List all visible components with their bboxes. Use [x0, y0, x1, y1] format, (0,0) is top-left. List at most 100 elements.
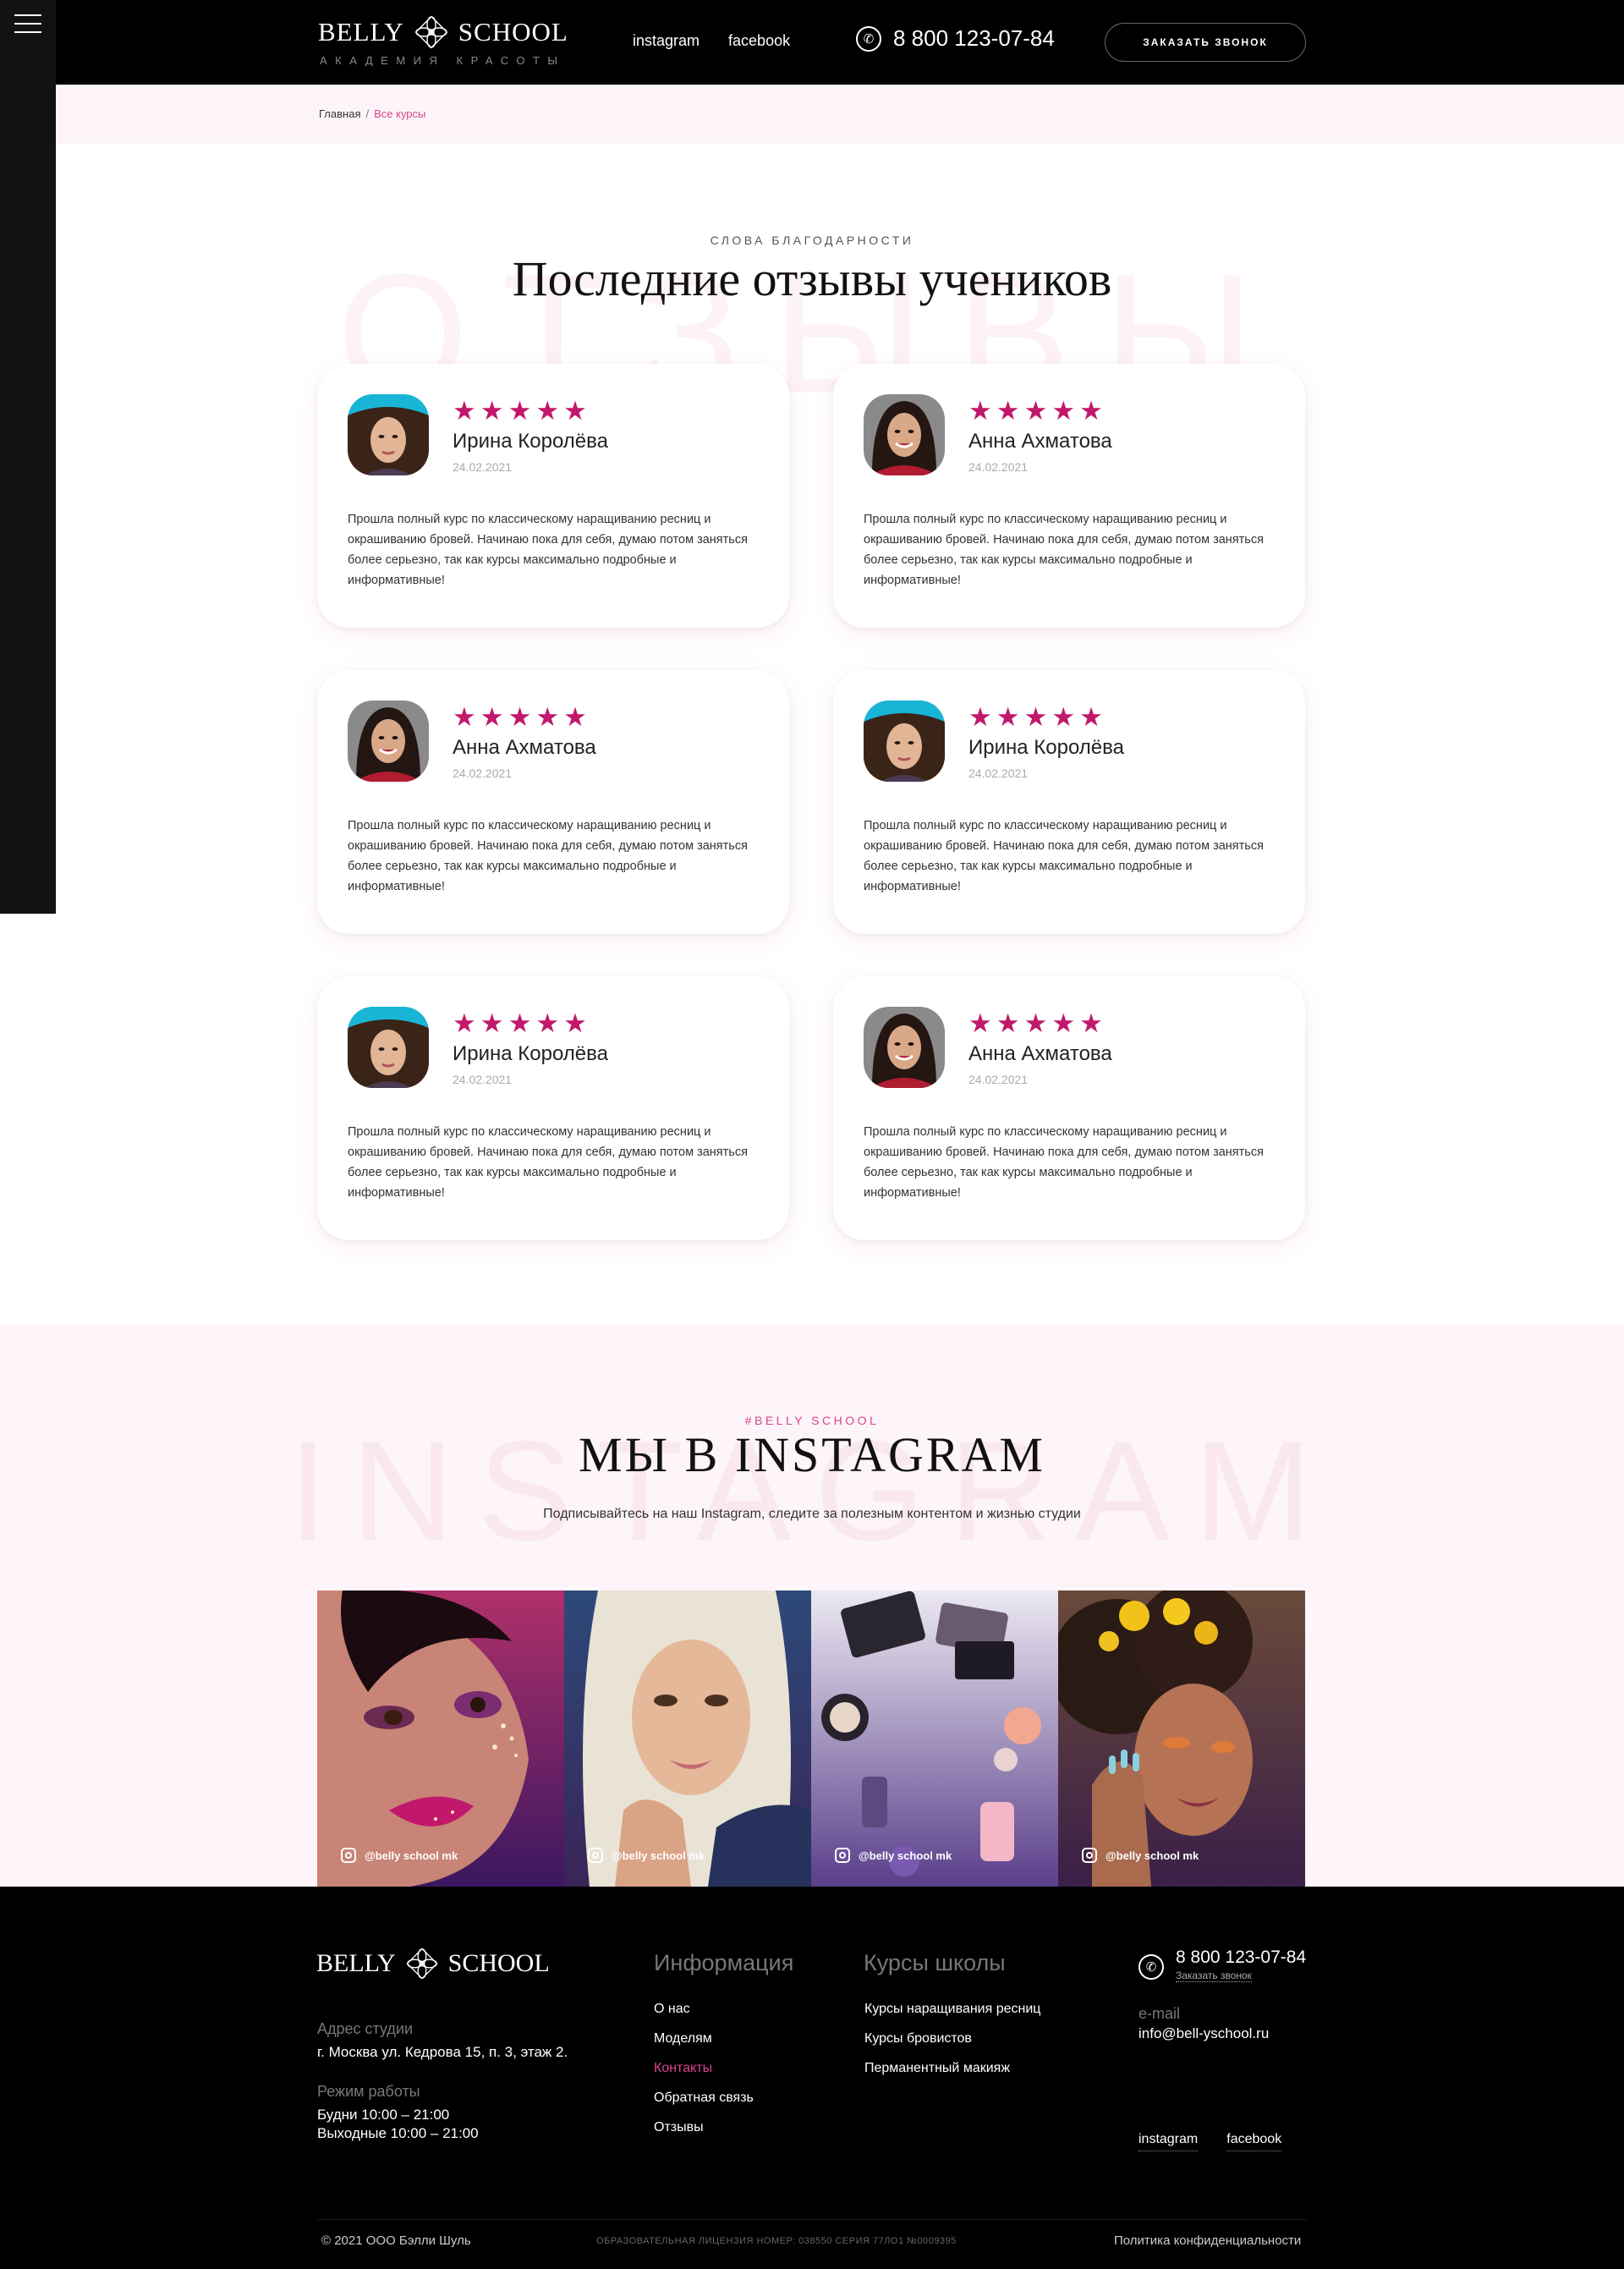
footer-courses-title: Курсы школы	[864, 1950, 1006, 1975]
breadcrumb-home[interactable]: Главная	[319, 107, 360, 120]
breadcrumb-current[interactable]: Все курсы	[374, 107, 425, 120]
logo-flower-icon	[413, 14, 450, 51]
instagram-photo[interactable]: @belly school mk	[1058, 1590, 1305, 1887]
curly-hair-photo-image	[1058, 1590, 1305, 1887]
review-text: Прошла полный курс по классическому нара…	[348, 513, 748, 587]
rating-stars: ★★★★★	[453, 702, 591, 732]
review-date: 24.02.2021	[968, 1073, 1029, 1086]
license-text: ОБРАЗОВАТЕЛЬНАЯ ЛИЦЕНЗИЯ НОМЕР: 038550 С…	[596, 2236, 957, 2246]
breadcrumb: Главная / Все курсы	[319, 107, 425, 120]
instagram-photo[interactable]: @belly school mk	[317, 1590, 564, 1887]
footer-email: e-mail info@bell-yschool.ru	[1138, 2005, 1269, 2043]
footer-link-contacts[interactable]: Контакты	[654, 2061, 754, 2076]
site-footer: BELLY SCHOOL Адрес студии г. Москва ул. …	[0, 1887, 1624, 2269]
burger-menu-icon[interactable]	[14, 14, 41, 35]
review-date: 24.02.2021	[453, 1073, 513, 1086]
review-date: 24.02.2021	[453, 460, 513, 474]
nav-link-facebook[interactable]: facebook	[728, 32, 790, 50]
instagram-handle: @belly school mk	[1106, 1849, 1199, 1862]
review-card: ★★★★★ Анна Ахматова 24.02.2021 Прошла полны…	[833, 976, 1305, 1240]
rating-stars: ★★★★★	[453, 1008, 591, 1038]
blonde-model-photo-image	[564, 1590, 811, 1887]
footer-link-facebook[interactable]: facebook	[1226, 2132, 1282, 2151]
footer-logo-text-right: SCHOOL	[447, 1949, 550, 1977]
footer-divider	[317, 2219, 1307, 2220]
review-text: Прошла полный курс по классическому нара…	[864, 513, 1264, 587]
instagram-photo-grid: @belly school mk @belly school mk @belly…	[317, 1590, 1305, 1887]
footer-phone[interactable]: ✆ 8 800 123-07-84 Заказать звонок	[1138, 1948, 1306, 1983]
email-value[interactable]: info@bell-yschool.ru	[1138, 2025, 1269, 2043]
privacy-policy-link[interactable]: Политика конфиденциальности	[1114, 2233, 1301, 2248]
reviewer-name: Ирина Королёва	[453, 430, 608, 453]
reviewer-name: Ирина Королёва	[968, 736, 1124, 759]
footer-link-brow-courses[interactable]: Курсы бровистов	[864, 2031, 1040, 2046]
instagram-overline: #BELLY SCHOOL	[744, 1414, 880, 1427]
site-header: BELLY SCHOOL АКАДЕМИЯ КРАСОТЫ instagram …	[0, 0, 1624, 85]
rating-stars: ★★★★★	[968, 396, 1107, 426]
review-text: Прошла полный курс по классическому нара…	[864, 1125, 1264, 1200]
instagram-icon	[341, 1848, 356, 1863]
footer-callback-link[interactable]: Заказать звонок	[1176, 1970, 1252, 1982]
review-text: Прошла полный курс по классическому нара…	[864, 819, 1264, 893]
reviews-overline: СЛОВА БЛАГОДАРНОСТИ	[710, 233, 914, 247]
reviewer-avatar	[864, 394, 945, 475]
footer-address: Адрес студии г. Москва ул. Кедрова 15, п…	[317, 2020, 568, 2062]
logo[interactable]: BELLY SCHOOL АКАДЕМИЯ КРАСОТЫ	[318, 14, 568, 67]
reviewer-name: Анна Ахматова	[453, 736, 596, 759]
instagram-photo-caption: @belly school mk	[588, 1848, 705, 1863]
instagram-photo-caption: @belly school mk	[1082, 1848, 1199, 1863]
instagram-icon	[588, 1848, 603, 1863]
logo-text-left: BELLY	[318, 17, 404, 47]
reviewer-name: Анна Ахматова	[968, 430, 1112, 453]
footer-social: instagram facebook	[1138, 2132, 1282, 2151]
review-text: Прошла полный курс по классическому нара…	[348, 819, 748, 893]
instagram-handle: @belly school mk	[859, 1849, 952, 1862]
reviewer-avatar	[348, 700, 429, 782]
footer-info-links: О нас Моделям Контакты Обратная связь От…	[654, 2002, 754, 2150]
instagram-handle: @belly school mk	[612, 1849, 705, 1862]
side-menu-panel	[0, 0, 56, 914]
footer-link-about[interactable]: О нас	[654, 2002, 754, 2017]
footer-link-models[interactable]: Моделям	[654, 2031, 754, 2046]
rating-stars: ★★★★★	[968, 1008, 1107, 1038]
review-card: ★★★★★ Анна Ахматова 24.02.2021 Прошла полны…	[833, 364, 1305, 628]
cosmetics-photo-image	[811, 1590, 1058, 1887]
instagram-title: МЫ В INSTAGRAM	[579, 1427, 1045, 1482]
footer-link-instagram[interactable]: instagram	[1138, 2132, 1199, 2151]
email-label: e-mail	[1138, 2005, 1181, 2022]
review-date: 24.02.2021	[453, 766, 513, 780]
footer-link-lash-courses[interactable]: Курсы наращивания ресниц	[864, 2002, 1040, 2017]
header-phone[interactable]: ✆ 8 800 123-07-84	[856, 25, 1055, 52]
review-card: ★★★★★ Ирина Королёва 24.02.2021 Прошла полн…	[317, 976, 789, 1240]
instagram-photo[interactable]: @belly school mk	[811, 1590, 1058, 1887]
hours-weekend: Выходные 10:00 – 21:00	[317, 2125, 479, 2141]
instagram-photo[interactable]: @belly school mk	[564, 1590, 811, 1887]
review-card: ★★★★★ Анна Ахматова 24.02.2021 Прошла полны…	[317, 670, 789, 934]
footer-link-feedback[interactable]: Обратная связь	[654, 2090, 754, 2106]
breadcrumb-separator: /	[365, 107, 370, 120]
logo-subtitle: АКАДЕМИЯ КРАСОТЫ	[320, 54, 566, 67]
logo-flower-icon	[404, 1946, 440, 1981]
instagram-section: INSTAGRAM #BELLY SCHOOL МЫ В INSTAGRAM П…	[0, 1325, 1624, 1887]
footer-link-permanent-makeup[interactable]: Перманентный макияж	[864, 2061, 1040, 2076]
logo-text-right: SCHOOL	[458, 17, 568, 47]
reviewer-name: Ирина Королёва	[453, 1042, 608, 1065]
reviewer-avatar	[864, 700, 945, 782]
review-card: ★★★★★ Ирина Королёва 24.02.2021 Прошла полн…	[317, 364, 789, 628]
footer-logo-text-left: BELLY	[316, 1949, 396, 1977]
callback-button[interactable]: ЗАКАЗАТЬ ЗВОНОК	[1105, 23, 1306, 62]
nav-link-instagram[interactable]: instagram	[633, 32, 700, 50]
instagram-subtitle: Подписывайтесь на наш Instagram, следите…	[543, 1507, 1081, 1521]
review-date: 24.02.2021	[968, 460, 1029, 474]
footer-link-reviews[interactable]: Отзывы	[654, 2120, 754, 2135]
reviews-section: ОТЗЫВЫ СЛОВА БЛАГОДАРНОСТИ Последние отз…	[0, 144, 1624, 1325]
header-phone-number: 8 800 123-07-84	[893, 25, 1055, 51]
makeup-photo-image	[317, 1590, 564, 1887]
instagram-icon	[835, 1848, 850, 1863]
instagram-photo-caption: @belly school mk	[835, 1848, 952, 1863]
footer-course-links: Курсы наращивания ресниц Курсы бровистов…	[864, 2002, 1040, 2090]
phone-icon: ✆	[1138, 1954, 1164, 1980]
reviewer-name: Анна Ахматова	[968, 1042, 1112, 1065]
footer-logo[interactable]: BELLY SCHOOL	[316, 1946, 550, 1981]
reviewer-avatar	[348, 394, 429, 475]
